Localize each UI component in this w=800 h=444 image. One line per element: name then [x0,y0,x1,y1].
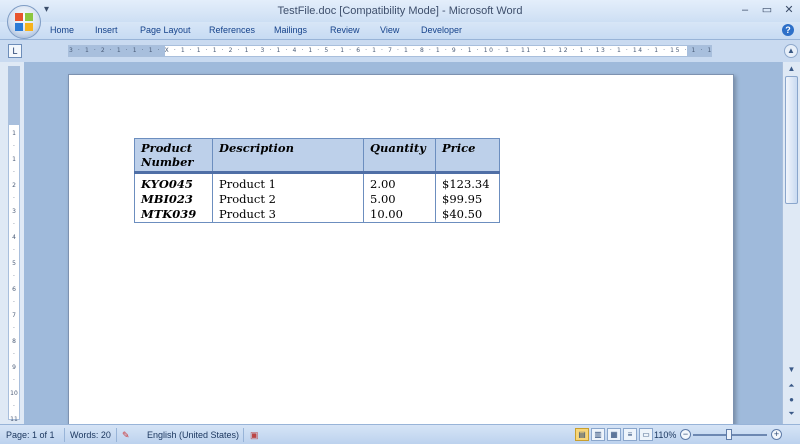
title-bar: ▾ TestFile.doc [Compatibility Mode] - Mi… [0,0,800,22]
vruler-number: · [13,247,15,254]
select-browse-object-icon[interactable]: ● [785,394,798,406]
cell-product-number[interactable]: KYO045 [134,172,213,192]
status-bar: Page: 1 of 1 Words: 20 ✎ English (United… [0,424,800,444]
vruler-number: · [13,143,15,150]
vruler-number: · [13,299,15,306]
vruler-number: 1 [12,156,16,163]
language-indicator[interactable]: English (United States) [147,430,239,440]
header-product-number[interactable]: Product Number [134,138,213,174]
vruler-number: 7 [12,312,16,319]
full-screen-reading-view-icon[interactable]: ▥ [591,428,605,441]
zoom-slider-thumb[interactable] [726,429,732,440]
vruler-top-margin [9,67,19,125]
zoom-level[interactable]: 110% [654,430,676,440]
tab-developer[interactable]: Developer [421,25,462,35]
macro-recording-icon[interactable]: ▣ [250,430,259,441]
vertical-ruler[interactable]: 1 · 1 · 2 · 3 · 4 · 5 · 6 · 7 · 8 · 9 · 10 · 11 [8,66,20,423]
ribbon-tab-bar: Home Insert Page Layout References Maili… [0,22,800,40]
previous-page-icon[interactable]: ⏶ [785,380,798,392]
cell-product-number[interactable]: MTK039 [134,207,213,223]
vruler-number: 3 [12,208,16,215]
vruler-number: 10 [10,390,18,397]
office-logo-icon [15,13,33,31]
view-ruler-icon[interactable]: ▲ [784,44,798,58]
cell-quantity[interactable]: 10.00 [363,207,436,223]
tab-view[interactable]: View [380,25,399,35]
table-row[interactable]: MBI023 Product 2 5.00 $99.95 [134,192,500,207]
tab-home[interactable]: Home [50,25,74,35]
vruler-number: · [13,195,15,202]
close-button[interactable]: ✕ [782,3,796,17]
tab-references[interactable]: References [209,25,255,35]
cell-description[interactable]: Product 1 [212,172,364,192]
web-layout-view-icon[interactable]: ▦ [607,428,621,441]
scroll-down-arrow-icon[interactable]: ▼ [785,364,798,376]
horizontal-ruler[interactable]: 3 · 1 · 2 · 1 · 1 · 1 · X · 1 · 1 · 1 · … [68,45,713,57]
draft-view-icon[interactable]: ▭ [639,428,653,441]
vruler-numbers: 1 · 1 · 2 · 3 · 4 · 5 · 6 · 7 · 8 · 9 · 10 · 11 [9,129,19,428]
document-area[interactable]: Product Number Description Quantity Pric… [24,62,782,424]
vruler-number: 9 [12,364,16,371]
cell-product-number[interactable]: MBI023 [134,192,213,207]
cell-price[interactable]: $99.95 [435,192,500,207]
vruler-number: · [13,273,15,280]
scroll-up-arrow-icon[interactable]: ▲ [785,63,798,75]
zoom-out-icon[interactable]: − [680,429,691,440]
cell-price[interactable]: $123.34 [435,172,500,192]
vruler-number: 6 [12,286,16,293]
tab-selector-button[interactable]: L [8,44,22,58]
table-row[interactable]: MTK039 Product 3 10.00 $40.50 [134,207,500,223]
header-price[interactable]: Price [435,138,500,174]
tab-page-layout[interactable]: Page Layout [140,25,191,35]
vruler-number: · [13,351,15,358]
cell-description[interactable]: Product 3 [212,207,364,223]
outline-view-icon[interactable]: ≡ [623,428,637,441]
product-table[interactable]: Product Number Description Quantity Pric… [134,138,500,223]
vruler-number: 2 [12,182,16,189]
office-button[interactable] [7,5,41,39]
header-description[interactable]: Description [212,138,364,174]
cell-quantity[interactable]: 2.00 [363,172,436,192]
vruler-number: · [13,221,15,228]
vruler-number: · [13,377,15,384]
vruler-number: · [13,169,15,176]
help-icon[interactable]: ? [782,24,794,36]
tab-mailings[interactable]: Mailings [274,25,307,35]
maximize-button[interactable]: ▭ [760,3,774,17]
vruler-number: 5 [12,260,16,267]
scroll-thumb[interactable] [785,76,798,204]
ruler-bar: L 3 · 1 · 2 · 1 · 1 · 1 · X · 1 · 1 · 1 … [0,40,800,62]
vruler-number: · [13,325,15,332]
print-layout-view-icon[interactable]: ▤ [575,428,589,441]
page-count[interactable]: Page: 1 of 1 [6,430,55,440]
ruler-numbers: 3 · 1 · 2 · 1 · 1 · 1 · X · 1 · 1 · 1 · … [69,47,713,54]
vruler-number: 4 [12,234,16,241]
word-count[interactable]: Words: 20 [70,430,111,440]
cell-price[interactable]: $40.50 [435,207,500,223]
vruler-number: · [13,403,15,410]
zoom-in-icon[interactable]: + [771,429,782,440]
table-row[interactable]: KYO045 Product 1 2.00 $123.34 [134,172,500,192]
vruler-number: 1 [12,130,16,137]
tab-review[interactable]: Review [330,25,360,35]
proofing-icon[interactable]: ✎ [122,430,130,441]
vertical-scrollbar[interactable]: ▲ ▼ ⏶ ● ⏷ [782,62,800,424]
tab-insert[interactable]: Insert [95,25,118,35]
cell-quantity[interactable]: 5.00 [363,192,436,207]
vruler-number: 8 [12,338,16,345]
document-page[interactable]: Product Number Description Quantity Pric… [68,74,734,424]
minimize-button[interactable]: – [738,3,752,17]
header-quantity[interactable]: Quantity [363,138,436,174]
window-title: TestFile.doc [Compatibility Mode] - Micr… [277,5,523,17]
next-page-icon[interactable]: ⏷ [785,408,798,420]
cell-description[interactable]: Product 2 [212,192,364,207]
